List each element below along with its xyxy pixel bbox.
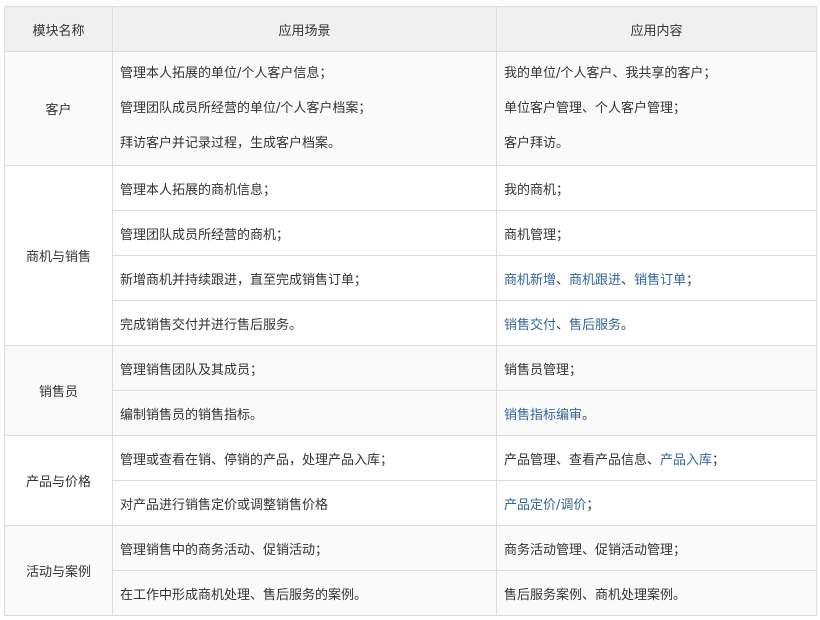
- scene-text: 管理销售中的商务活动、促销活动；: [120, 542, 329, 558]
- content-line: 商机新增、商机跟进、销售订单；: [504, 269, 809, 288]
- scene-cell: 编制销售员的销售指标。: [112, 390, 497, 436]
- content-text: 、: [556, 317, 570, 333]
- content-link[interactable]: 销售指标编审: [504, 408, 582, 423]
- content-line: 单位客户管理、个人客户管理；: [504, 91, 809, 126]
- table-row: 管理团队成员所经营的商机； 商机管理；: [5, 210, 817, 256]
- header-content: 应用内容: [496, 6, 817, 52]
- content-text: 客户拜访。: [504, 136, 570, 151]
- content-text: 单位客户管理、个人客户管理；: [504, 101, 687, 116]
- content-line: 商务活动管理、促销活动管理；: [504, 539, 809, 558]
- content-line: 我的单位/个人客户、我共享的客户；: [504, 56, 809, 91]
- table-body: 客户 管理本人拓展的单位/个人客户信息； 管理团队成员所经营的单位/个人客户档案； 拜…: [4, 51, 817, 616]
- table-row: 完成销售交付并进行售后服务。 销售交付、售后服务。: [5, 300, 817, 346]
- module-name-cell: 客户: [4, 51, 113, 166]
- table-row: 产品与价格 管理或查看在销、停销的产品，处理产品入库； 产品管理、查看产品信息、产品…: [4, 435, 817, 526]
- module-name-cell: 活动与案例: [4, 525, 113, 616]
- scene-cell: 在工作中形成商机处理、售后服务的案例。: [112, 570, 497, 616]
- scene-text: 管理或查看在销、停销的产品，处理产品入库；: [120, 452, 394, 468]
- content-line: 客户拜访。: [504, 126, 809, 161]
- content-text: 、: [556, 272, 570, 288]
- scene-cell: 管理或查看在销、停销的产品，处理产品入库；: [112, 435, 497, 481]
- content-text: 售后服务案例、商机处理案例。: [504, 587, 687, 603]
- scene-text: 管理本人拓展的商机信息；: [120, 182, 277, 198]
- scene-cell: 管理销售团队及其成员；: [112, 345, 497, 391]
- scene-text: 对产品进行销售定价或调整销售价格: [120, 497, 329, 513]
- content-line: 产品管理、查看产品信息、产品入库；: [504, 449, 809, 468]
- header-row: 模块名称 应用场景 应用内容: [4, 6, 817, 52]
- scene-text: 管理团队成员所经营的商机；: [120, 227, 290, 243]
- content-text: 商机管理；: [504, 227, 570, 243]
- content-text: 、: [621, 272, 635, 288]
- module-name-cell: 产品与价格: [4, 435, 113, 526]
- scene-text: 新增商机并持续跟进，直至完成销售订单；: [120, 272, 368, 288]
- content-cell: 商务活动管理、促销活动管理；: [496, 525, 817, 571]
- content-line: 销售员管理；: [504, 359, 809, 378]
- table-row: 编制销售员的销售指标。 销售指标编审。: [5, 390, 817, 436]
- header-scene: 应用场景: [112, 6, 497, 52]
- content-line: 我的商机；: [504, 179, 809, 198]
- scene-text: 编制销售员的销售指标。: [120, 407, 264, 423]
- table-row: 活动与案例 管理销售中的商务活动、促销活动； 商务活动管理、促销活动管理；: [4, 525, 817, 616]
- content-cell: 商机管理；: [496, 210, 817, 256]
- content-link[interactable]: 售后服务: [569, 318, 621, 333]
- content-cell: 产品定价/调价；: [496, 480, 817, 526]
- content-text: 我的商机；: [504, 182, 570, 198]
- content-link[interactable]: 销售订单: [634, 273, 686, 288]
- content-link[interactable]: 商机跟进: [569, 273, 621, 288]
- content-link[interactable]: 商机新增: [504, 273, 556, 288]
- content-cell: 我的商机；: [496, 165, 817, 211]
- table-row: 商机与销售 管理本人拓展的商机信息； 我的商机；: [4, 165, 817, 346]
- scene-cell: 管理销售中的商务活动、促销活动；: [112, 525, 497, 571]
- content-cell: 我的单位/个人客户、我共享的客户； 单位客户管理、个人客户管理； 客户拜访。: [496, 51, 817, 166]
- content-text: 。: [582, 407, 596, 423]
- content-line: 销售指标编审。: [504, 404, 809, 423]
- scene-text: 完成销售交付并进行售后服务。: [120, 317, 303, 333]
- content-cell: 销售员管理；: [496, 345, 817, 391]
- table-row: 对产品进行销售定价或调整销售价格 产品定价/调价；: [5, 480, 817, 526]
- content-text: 我的单位/个人客户、我共享的客户；: [504, 66, 717, 81]
- scene-text: 在工作中形成商机处理、售后服务的案例。: [120, 587, 368, 603]
- content-line: 商机管理；: [504, 224, 809, 243]
- content-text: ；: [686, 272, 700, 288]
- content-text: 销售员管理；: [504, 362, 583, 378]
- table-row: 销售员 管理销售团队及其成员； 销售员管理；: [4, 345, 817, 436]
- content-link[interactable]: 产品定价/调价: [504, 498, 586, 513]
- table-row: 在工作中形成商机处理、售后服务的案例。 售后服务案例、商机处理案例。: [5, 570, 817, 616]
- scene-cell: 管理本人拓展的商机信息；: [112, 165, 497, 211]
- scene-cell: 完成销售交付并进行售后服务。: [112, 300, 497, 346]
- content-text: ；: [586, 497, 600, 513]
- module-name-cell: 销售员: [4, 345, 113, 436]
- table-row: 客户 管理本人拓展的单位/个人客户信息； 管理团队成员所经营的单位/个人客户档案； 拜…: [4, 51, 817, 166]
- content-line: 产品定价/调价；: [504, 494, 809, 513]
- content-text: 。: [621, 317, 635, 333]
- content-text: ；: [712, 452, 726, 468]
- content-cell: 销售交付、售后服务。: [496, 300, 817, 346]
- content-line: 销售交付、售后服务。: [504, 314, 809, 333]
- content-cell: 商机新增、商机跟进、销售订单；: [496, 255, 817, 301]
- scene-text: 管理销售团队及其成员；: [120, 362, 264, 378]
- scene-text: 拜访客户并记录过程，生成客户档案。: [120, 136, 342, 151]
- content-link[interactable]: 产品入库: [660, 453, 712, 468]
- content-cell: 产品管理、查看产品信息、产品入库；: [496, 435, 817, 481]
- scene-text: 管理团队成员所经营的单位/个人客户档案；: [120, 101, 372, 116]
- content-link[interactable]: 销售交付: [504, 318, 556, 333]
- header-module: 模块名称: [4, 6, 113, 52]
- scene-cell: 管理本人拓展的单位/个人客户信息； 管理团队成员所经营的单位/个人客户档案； 拜访客…: [112, 51, 497, 166]
- content-text: 商务活动管理、促销活动管理；: [504, 542, 687, 558]
- scene-text: 管理本人拓展的单位/个人客户信息；: [120, 66, 333, 81]
- content-cell: 售后服务案例、商机处理案例。: [496, 570, 817, 616]
- table-row: 新增商机并持续跟进，直至完成销售订单； 商机新增、商机跟进、销售订单；: [5, 255, 817, 301]
- module-name-cell: 商机与销售: [4, 165, 113, 346]
- content-text: 产品管理、查看产品信息、: [504, 452, 661, 468]
- content-cell: 销售指标编审。: [496, 390, 817, 436]
- content-line: 售后服务案例、商机处理案例。: [504, 584, 809, 603]
- scene-cell: 对产品进行销售定价或调整销售价格: [112, 480, 497, 526]
- scene-cell: 管理团队成员所经营的商机；: [112, 210, 497, 256]
- module-table: 模块名称 应用场景 应用内容 客户 管理本人拓展的单位/个人客户信息； 管理团队成员…: [4, 6, 817, 616]
- scene-cell: 新增商机并持续跟进，直至完成销售订单；: [112, 255, 497, 301]
